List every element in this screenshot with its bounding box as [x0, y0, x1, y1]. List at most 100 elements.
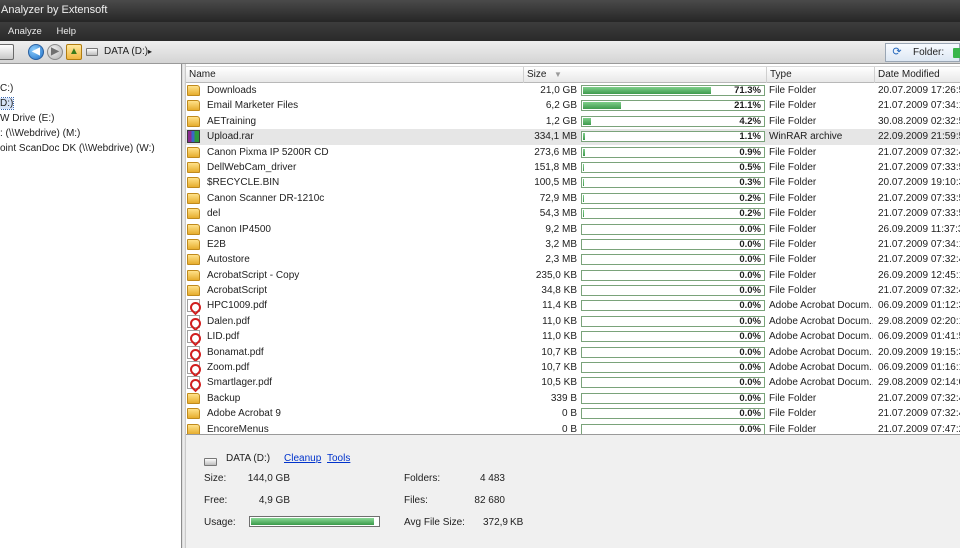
column-header-name[interactable]: Name [186, 67, 524, 83]
tree-item-drive-d[interactable]: D:) [0, 96, 15, 111]
size-percent-label: 0.0% [739, 269, 761, 281]
tree-item-drive-e[interactable]: W Drive (E:) [0, 111, 54, 126]
menu-item-analyze[interactable]: Analyze [0, 22, 48, 41]
refresh-icon[interactable]: ⟳ [889, 45, 905, 60]
size-percent-label: 0.0% [739, 362, 761, 374]
size-percent-label: 71.3% [734, 85, 761, 96]
usage-label: Usage: [204, 517, 236, 528]
row-type: File Folder [769, 392, 817, 404]
row-type: WinRAR archive [769, 131, 843, 143]
table-row[interactable]: $RECYCLE.BIN 100,5 MB 0.3% File Folder 20.07… [186, 175, 960, 190]
row-name: AcrobatScript - Copy [207, 269, 300, 281]
table-row[interactable]: Zoom.pdf 10,7 KB 0.0% Adobe Acrobat Docum..… [186, 360, 960, 375]
drive-summary-panel: DATA (D:) Cleanup Tools Size: 144,0 GB F… [186, 434, 960, 548]
table-row[interactable]: Email Marketer Files 6,2 GB 21.1% File Fold… [186, 98, 960, 113]
size-percent-label: 0.0% [739, 408, 761, 420]
row-size: 1,2 GB [545, 115, 577, 127]
tools-link[interactable]: Tools [327, 452, 350, 466]
folder-filter-box[interactable]: ⟳ Folder: [885, 43, 960, 62]
menu-item-help[interactable]: Help [50, 22, 82, 41]
folder-icon [187, 208, 200, 220]
table-row[interactable]: Adobe Acrobat 9 0 B 0.0% File Folder 21.07.2… [186, 406, 960, 421]
table-row[interactable]: AETraining 1,2 GB 4.2% File Folder 30.08.200… [186, 114, 960, 129]
avg-file-size-label: Avg File Size: [404, 517, 465, 528]
row-size: 9,2 MB [545, 223, 577, 235]
row-date: 21.07.2009 07:33:5 [878, 192, 960, 204]
size-percent-bar: 0.2% [581, 208, 765, 220]
table-row[interactable]: E2B 3,2 MB 0.0% File Folder 21.07.2009 07:34… [186, 237, 960, 252]
table-row[interactable]: LID.pdf 11,0 KB 0.0% Adobe Acrobat Docum...… [186, 329, 960, 344]
table-row[interactable]: Upload.rar 334,1 MB 1.1% WinRAR archive 22.0… [186, 129, 960, 145]
row-date: 21.07.2009 07:32:4 [878, 254, 960, 266]
forward-arrow-icon[interactable]: ▶ [47, 44, 63, 60]
folder-icon [187, 85, 200, 96]
tree-item-drive-w[interactable]: oint ScanDoc DK (\\Webdrive) (W:) [0, 141, 155, 156]
table-row[interactable]: EncoreMenus 0 B 0.0% File Folder 21.07.2009 … [186, 422, 960, 434]
size-percent-bar: 0.0% [581, 346, 765, 358]
table-row[interactable]: Canon IP4500 9,2 MB 0.0% File Folder 26.09.2… [186, 222, 960, 237]
size-percent-label: 0.5% [739, 161, 761, 173]
column-header-size[interactable]: Size ▼ [524, 67, 767, 83]
column-header-date[interactable]: Date Modified [875, 67, 960, 83]
table-row[interactable]: Canon Pixma IP 5200R CD 273,6 MB 0.9% File … [186, 145, 960, 160]
up-folder-icon[interactable]: ▲ [66, 44, 82, 60]
row-name: E2B [207, 238, 226, 250]
table-row[interactable]: Autostore 2,3 MB 0.0% File Folder 21.07.2009… [186, 252, 960, 267]
tree-item-drive-c[interactable]: C:) [0, 81, 13, 96]
files-label: Files: [404, 495, 428, 506]
row-size: 10,7 KB [541, 346, 577, 358]
size-percent-label: 0.0% [739, 315, 761, 327]
folder-icon [187, 254, 200, 266]
row-date: 21.07.2009 07:32:4 [878, 146, 960, 158]
size-percent-bar-fill [583, 102, 621, 110]
free-label: Free: [204, 495, 228, 506]
size-percent-bar-fill [583, 133, 585, 141]
row-name: Email Marketer Files [207, 100, 299, 112]
row-size: 11,0 KB [542, 331, 577, 343]
row-date: 21.07.2009 07:32:4 [878, 392, 960, 404]
back-arrow-icon[interactable]: ◀ [28, 44, 44, 60]
table-row[interactable]: AcrobatScript 34,8 KB 0.0% File Folder 21.07… [186, 283, 960, 298]
row-type: File Folder [769, 85, 817, 96]
size-percent-bar: 0.0% [581, 377, 765, 389]
table-row[interactable]: del 54,3 MB 0.2% File Folder 21.07.2009 07:3… [186, 206, 960, 221]
drive-icon [86, 48, 98, 56]
size-percent-bar: 0.0% [581, 362, 765, 374]
folder-icon [187, 285, 200, 297]
table-row[interactable]: Downloads 21,0 GB 71.3% File Folder 20.07.20… [186, 83, 960, 98]
size-percent-bar-fill [583, 117, 591, 125]
row-type: Adobe Acrobat Docum... [769, 377, 873, 389]
cleanup-link[interactable]: Cleanup [284, 452, 321, 466]
size-percent-bar: 0.0% [581, 392, 765, 404]
size-percent-bar: 71.3% [581, 85, 765, 96]
row-name: LID.pdf [207, 331, 240, 343]
view-mode-icon[interactable] [0, 44, 14, 60]
size-percent-label: 0.9% [739, 146, 761, 158]
tree-item-drive-m[interactable]: : (\\Webdrive) (M:) [0, 126, 80, 141]
row-name: DellWebCam_driver [207, 161, 297, 173]
column-header-type[interactable]: Type [767, 67, 875, 83]
pdf-file-icon [187, 376, 200, 390]
row-type: Adobe Acrobat Docum... [769, 362, 873, 374]
table-row[interactable]: AcrobatScript - Copy 235,0 KB 0.0% File Fol… [186, 268, 960, 283]
address-breadcrumb[interactable]: DATA (D:) [104, 45, 148, 59]
table-row[interactable]: Canon Scanner DR-1210c 72,9 MB 0.2% File Fo… [186, 191, 960, 206]
window-title: Analyzer by Extensoft [1, 4, 108, 16]
folder-icon [187, 177, 200, 189]
row-size: 273,6 MB [534, 146, 577, 158]
table-row[interactable]: Dalen.pdf 11,0 KB 0.0% Adobe Acrobat Docum.… [186, 314, 960, 329]
row-size: 10,7 KB [541, 362, 577, 374]
file-list: Name Size ▼ Type Date Modified Downloads… [186, 64, 960, 434]
avg-file-size-value: 372,9 [482, 517, 508, 528]
table-row[interactable]: Backup 339 B 0.0% File Folder 21.07.2009 07:… [186, 391, 960, 406]
breadcrumb-arrow-icon[interactable]: ▸ [148, 45, 152, 59]
table-row[interactable]: Bonamat.pdf 10,7 KB 0.0% Adobe Acrobat Docu… [186, 345, 960, 360]
row-type: File Folder [769, 115, 817, 127]
size-label: Size: [204, 473, 227, 484]
size-percent-bar: 0.5% [581, 161, 765, 173]
size-percent-bar: 4.2% [581, 115, 765, 127]
row-size: 11,4 KB [542, 300, 577, 312]
table-row[interactable]: Smartlager.pdf 10,5 KB 0.0% Adobe Acrobat D… [186, 375, 960, 390]
table-row[interactable]: DellWebCam_driver 151,8 MB 0.5% File Folder… [186, 160, 960, 175]
table-row[interactable]: HPC1009.pdf 11,4 KB 0.0% Adobe Acrobat Docu… [186, 298, 960, 313]
